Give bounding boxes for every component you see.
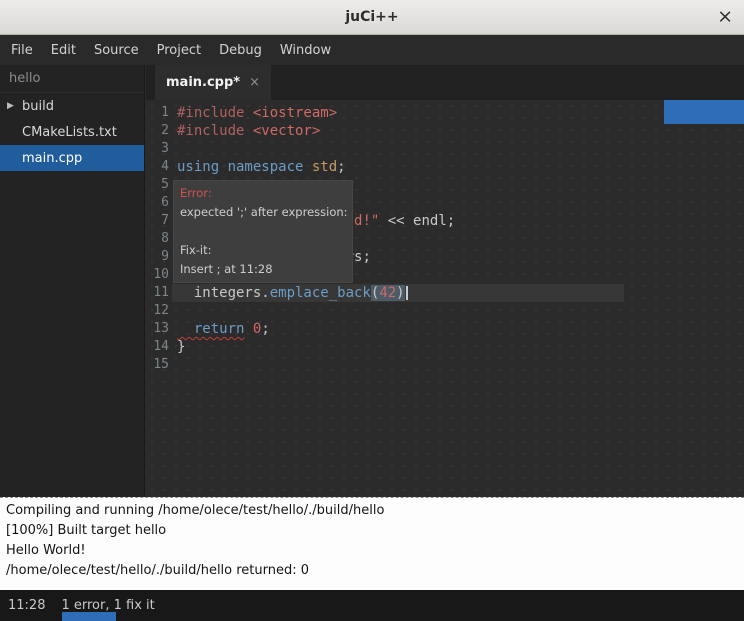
project-name: hello bbox=[0, 65, 144, 93]
line-number: 6 bbox=[146, 194, 169, 212]
tab-bar: main.cpp* × bbox=[146, 65, 744, 100]
tree-item-cmakelists-txt[interactable]: CMakeLists.txt bbox=[0, 119, 144, 145]
token-pre: #include bbox=[177, 105, 253, 121]
diagnostics-summary: 1 error, 1 fix it bbox=[61, 598, 154, 613]
code-line-14[interactable]: 14} bbox=[146, 338, 744, 356]
code-line-1[interactable]: 1 #include <iostream> bbox=[146, 104, 744, 122]
window-title: juCi++ bbox=[345, 9, 398, 25]
menu-edit[interactable]: Edit bbox=[42, 36, 85, 65]
fixit-label: Fix-it: bbox=[180, 241, 346, 260]
token-br: 42 bbox=[379, 285, 396, 301]
menu-file[interactable]: File bbox=[2, 36, 42, 65]
token-fn: emplace_back bbox=[270, 285, 371, 301]
token-plain bbox=[244, 321, 252, 337]
token-str: <iostream> bbox=[253, 105, 337, 121]
expander-icon[interactable]: ▶ bbox=[7, 101, 14, 111]
code-line-4[interactable]: 4 using namespace std; bbox=[146, 158, 744, 176]
code-line-12[interactable]: 12 bbox=[146, 302, 744, 320]
line-number: 4 bbox=[146, 158, 169, 176]
horizontal-scrollbar-thumb[interactable] bbox=[62, 612, 116, 621]
token-pre: #include bbox=[177, 123, 253, 139]
menu-debug[interactable]: Debug bbox=[210, 36, 271, 65]
code-editor[interactable]: 1#include <iostream>2#include <vector>34… bbox=[146, 100, 744, 497]
line-number: 13 bbox=[146, 320, 169, 338]
line-number: 1 bbox=[146, 104, 169, 122]
line-number: 5 bbox=[146, 176, 169, 194]
tree-item-label: build bbox=[22, 99, 54, 114]
tree-item-build[interactable]: ▶ build bbox=[0, 93, 144, 119]
line-number: 2 bbox=[146, 122, 169, 140]
menu-project[interactable]: Project bbox=[148, 36, 210, 65]
line-number: 15 bbox=[146, 356, 169, 374]
menu-bar: FileEditSourceProjectDebugWindow bbox=[0, 35, 744, 65]
output-line: Compiling and running /home/olece/test/h… bbox=[6, 501, 738, 521]
tree-item-main-cpp[interactable]: main.cpp bbox=[0, 145, 144, 171]
token-str: <vector> bbox=[253, 123, 320, 139]
token-plain: } bbox=[177, 339, 185, 355]
line-number: 14 bbox=[146, 338, 169, 356]
code-text: using namespace std; bbox=[177, 158, 346, 176]
tree-item-label: main.cpp bbox=[22, 151, 82, 166]
error-label: Error: bbox=[180, 184, 346, 203]
output-line: [100%] Built target hello bbox=[6, 521, 738, 541]
text-cursor bbox=[406, 286, 408, 300]
token-plain: << endl; bbox=[379, 213, 455, 229]
code-text: } bbox=[177, 338, 185, 356]
code-text: #include <iostream> bbox=[177, 104, 337, 122]
error-text: expected ';' after expression: bbox=[180, 203, 346, 222]
line-number: 12 bbox=[146, 302, 169, 320]
menu-source[interactable]: Source bbox=[85, 36, 148, 65]
line-number: 3 bbox=[146, 140, 169, 158]
output-line: Hello World! bbox=[6, 541, 738, 561]
file-tree-panel: hello ▶ build CMakeLists.txt main.cpp bbox=[0, 65, 145, 497]
token-plain: integers. bbox=[177, 285, 270, 301]
code-line-3[interactable]: 3 bbox=[146, 140, 744, 158]
tab-main-cpp[interactable]: main.cpp* × bbox=[155, 65, 271, 100]
token-kw: return bbox=[177, 321, 244, 337]
line-number: 8 bbox=[146, 230, 169, 248]
token-plain: ; bbox=[261, 321, 269, 337]
file-tree: ▶ build CMakeLists.txt main.cpp bbox=[0, 93, 144, 171]
token-kw: using namespace bbox=[177, 159, 303, 175]
token-plain bbox=[303, 159, 311, 175]
line-number: 10 bbox=[146, 266, 169, 284]
title-bar: juCi++ × bbox=[0, 0, 744, 35]
vertical-scrollbar-thumb[interactable] bbox=[664, 100, 744, 124]
token-br: ) bbox=[396, 285, 404, 301]
diagnostic-tooltip: Error: expected ';' after expression: Fi… bbox=[173, 180, 353, 283]
close-icon[interactable]: × bbox=[717, 8, 733, 27]
code-line-11[interactable]: 11 integers.emplace_back(42) bbox=[146, 284, 744, 302]
code-text: #include <vector> bbox=[177, 122, 320, 140]
fixit-text: Insert ; at 11:28 bbox=[180, 260, 346, 279]
tooltip-gap bbox=[180, 222, 346, 241]
tab-label: main.cpp* bbox=[166, 75, 240, 90]
tab-close-icon[interactable]: × bbox=[249, 75, 260, 90]
output-line: /home/olece/test/hello/./build/hello ret… bbox=[6, 561, 738, 581]
output-panel: Compiling and running /home/olece/test/h… bbox=[0, 497, 744, 590]
token-ns: std bbox=[312, 159, 337, 175]
code-line-13[interactable]: 13 return 0; bbox=[146, 320, 744, 338]
line-number: 11 bbox=[146, 284, 169, 302]
tree-item-label: CMakeLists.txt bbox=[22, 125, 117, 140]
code-line-15[interactable]: 15 bbox=[146, 356, 744, 374]
code-text: integers.emplace_back(42) bbox=[177, 284, 408, 302]
menu-window[interactable]: Window bbox=[271, 36, 340, 65]
code-line-2[interactable]: 2 #include <vector> bbox=[146, 122, 744, 140]
token-plain: ; bbox=[337, 159, 345, 175]
code-text: return 0; bbox=[177, 320, 270, 338]
cursor-position: 11:28 bbox=[8, 598, 45, 613]
line-number: 9 bbox=[146, 248, 169, 266]
line-number: 7 bbox=[146, 212, 169, 230]
